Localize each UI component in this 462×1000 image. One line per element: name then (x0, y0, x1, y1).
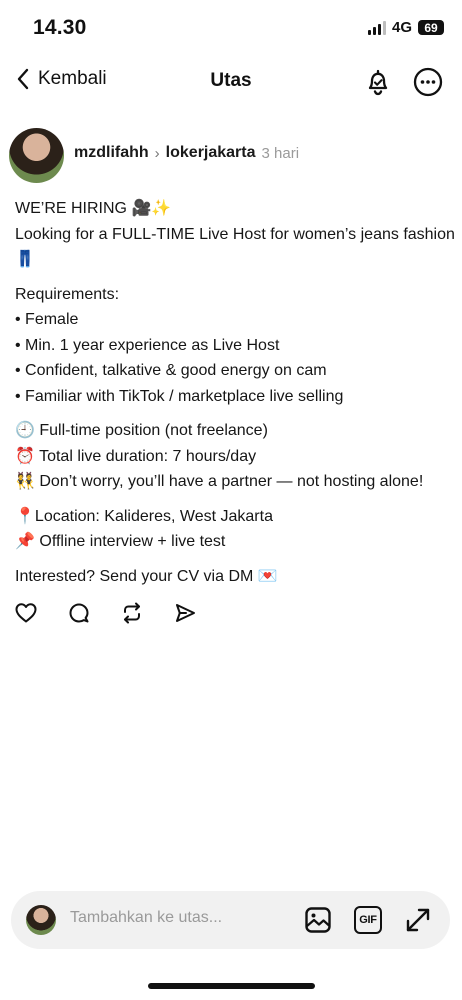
battery-icon: 69 (418, 20, 444, 35)
post-line: 📍Location: Kalideres, West Jakarta (15, 507, 273, 525)
heart-icon[interactable] (14, 601, 38, 625)
avatar[interactable] (9, 128, 64, 183)
post-meta: mzdlifahh › lokerjakarta 3 hari (74, 144, 299, 162)
send-icon[interactable] (173, 601, 197, 625)
more-icon[interactable] (412, 66, 444, 98)
post-header: mzdlifahh › lokerjakarta 3 hari (9, 126, 449, 186)
post-timestamp: 3 hari (261, 144, 300, 162)
post-line: WE’RE HIRING 🎥✨ (15, 200, 172, 217)
post-line: Requirements: (15, 285, 120, 303)
username[interactable]: mzdlifahh (74, 144, 149, 162)
signal-icon (367, 20, 386, 35)
post-line: • Familiar with TikTok / marketplace liv… (15, 387, 344, 405)
post-line: • Confident, talkative & good energy on … (15, 362, 327, 379)
post-line: 👯 Don’t worry, you’ll have a partner — n… (15, 473, 424, 490)
post-line: Interested? Send your CV via DM 💌 (15, 567, 278, 585)
expand-icon[interactable] (404, 906, 432, 934)
gif-label: GIF (359, 914, 377, 926)
bell-icon[interactable] (362, 66, 394, 98)
post-line: 📌 Offline interview + live test (15, 533, 226, 550)
status-indicators: 4G 69 (367, 19, 444, 36)
status-time: 14.30 (33, 16, 87, 39)
chevron-right-icon: › (154, 144, 160, 162)
comment-icon[interactable] (67, 601, 91, 625)
reply-input[interactable] (70, 909, 270, 927)
avatar (26, 905, 56, 935)
post-line: ⏰ Total live duration: 7 hours/day (15, 447, 257, 465)
status-bar: 14.30 4G 69 (0, 0, 462, 52)
network-type: 4G (391, 19, 412, 36)
post-actions (14, 601, 197, 625)
home-indicator (148, 983, 315, 989)
post-line: Looking for a FULL-TIME Live Host for wo… (15, 225, 460, 269)
gif-icon[interactable]: GIF (354, 906, 382, 934)
post-body: WE’RE HIRING 🎥✨ Looking for a FULL-TIME … (15, 196, 455, 589)
repost-icon[interactable] (120, 601, 144, 625)
post-line: • Female (15, 311, 79, 328)
image-icon[interactable] (304, 906, 332, 934)
post-line: • Min. 1 year experience as Live Host (15, 336, 280, 354)
community-name[interactable]: lokerjakarta (166, 144, 256, 162)
post-line: 🕘 Full-time position (not freelance) (15, 422, 268, 439)
nav-bar: Kembali Utas (0, 58, 462, 106)
reply-composer: GIF (11, 891, 450, 949)
